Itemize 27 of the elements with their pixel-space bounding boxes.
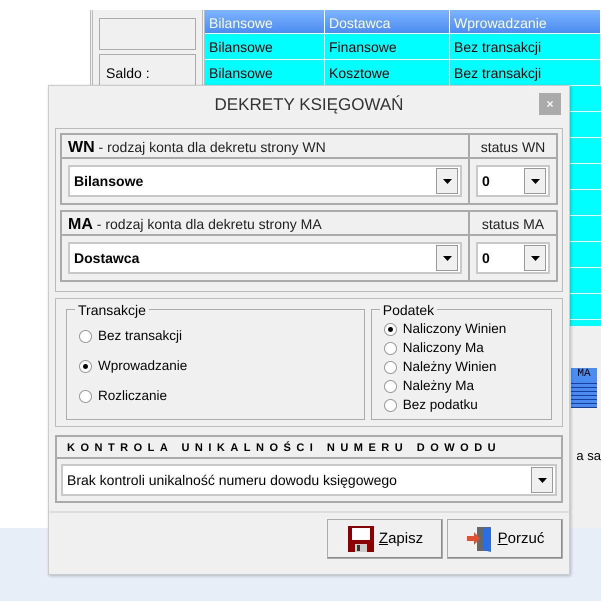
option-label[interactable]: Rozliczanie: [98, 388, 168, 404]
option-label[interactable]: Bez podatku: [402, 397, 478, 413]
document-tile[interactable]: MA: [571, 368, 597, 408]
table-cell: Finansowe: [325, 34, 450, 59]
table-cell: Bez transakcji: [450, 34, 601, 59]
status-caption: status WN: [468, 135, 556, 157]
cancel-button[interactable]: Porzuć: [447, 519, 563, 559]
table-cell: Bilansowe: [205, 34, 325, 59]
option-label[interactable]: Należny Ma: [402, 378, 474, 394]
section-caption: MA - rodzaj konta dla dekretu strony MA: [67, 215, 323, 234]
section-caption: WN - rodzaj konta dla dekretu strony WN: [67, 138, 327, 157]
option-label[interactable]: Naliczony Winien: [402, 321, 506, 337]
option-label[interactable]: Wprowadzanie: [98, 358, 188, 374]
status-caption: status MA: [468, 212, 556, 234]
control-dropdown[interactable]: Brak kontroli unikalność numeru dowodu księgowego: [61, 464, 557, 496]
section-title: KONTROLA UNIKALNOŚCI NUMERU DOWODU: [57, 437, 561, 459]
partial-text: a sa: [576, 447, 601, 465]
option-label[interactable]: Bez transakcji: [98, 328, 182, 344]
option-label[interactable]: Należny Winien: [402, 359, 497, 375]
save-button[interactable]: Zapisz: [327, 519, 443, 559]
account-dropdown[interactable]: Dostawca: [68, 242, 462, 274]
status-dropdown[interactable]: 0: [476, 165, 550, 197]
window-title: DEKRETY KSIĘGOWAŃ: [214, 94, 404, 116]
saldo-label: Saldo :: [106, 65, 150, 81]
option-label[interactable]: Naliczony Ma: [402, 340, 484, 356]
status-dropdown[interactable]: 0: [476, 242, 550, 274]
account-dropdown[interactable]: Bilansowe: [68, 165, 462, 197]
